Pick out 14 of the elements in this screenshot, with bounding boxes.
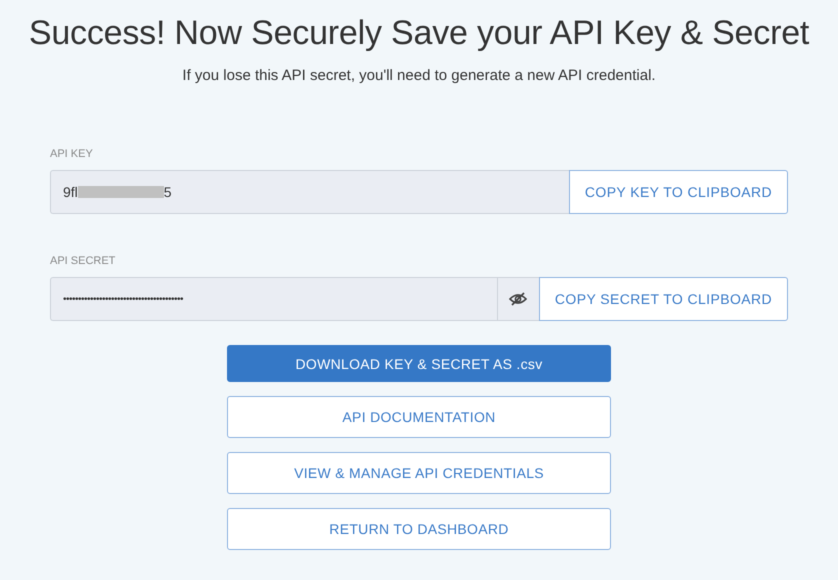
action-button[interactable]: VIEW & MANAGE API CREDENTIALS xyxy=(227,452,611,494)
api-key-field[interactable]: 9fl 5 xyxy=(50,170,569,214)
page-title: Success! Now Securely Save your API Key & Secret xyxy=(28,13,810,53)
visibility-toggle[interactable] xyxy=(496,277,539,321)
action-button[interactable]: API DOCUMENTATION xyxy=(227,396,611,438)
subtitle: If you lose this API secret, you'll need to generate a new API credential. xyxy=(181,67,657,84)
action-button[interactable]: RETURN TO DASHBOARD xyxy=(227,508,611,550)
field-label: API SECRET xyxy=(50,255,116,267)
field-label: API KEY xyxy=(50,148,94,160)
copy-secret-button[interactable]: COPY SECRET TO CLIPBOARD xyxy=(538,277,788,321)
copy-key-button[interactable]: COPY KEY TO CLIPBOARD xyxy=(568,170,788,214)
eye-slash-icon xyxy=(509,292,528,306)
download-button[interactable]: DOWNLOAD KEY & SECRET AS .csv xyxy=(227,345,611,382)
api-secret-field[interactable]: •••••••••••••••••••••••••••••••••••••••• xyxy=(50,277,497,321)
